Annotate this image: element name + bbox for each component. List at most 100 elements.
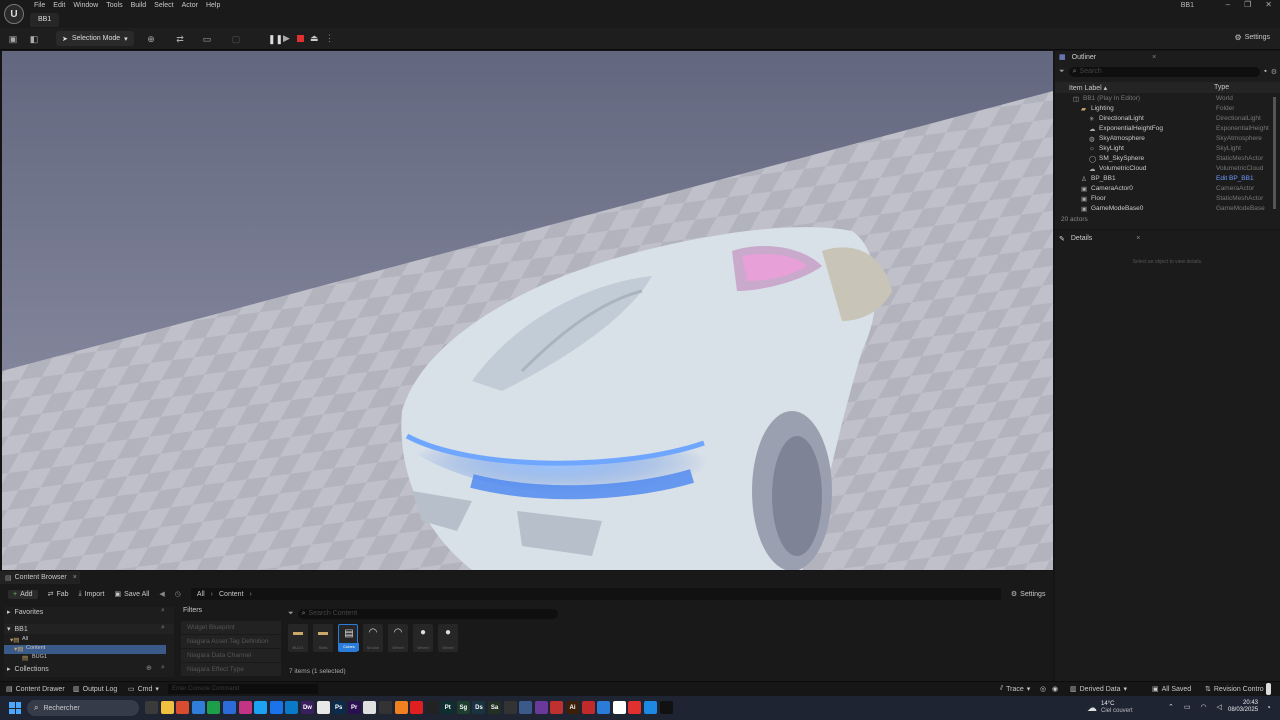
volume-icon[interactable]: ◁	[1217, 703, 1222, 711]
level-tab[interactable]: BB1	[30, 13, 60, 27]
taskbar-app-icon[interactable]	[597, 701, 611, 714]
taskbar-app-icon[interactable]	[581, 701, 595, 714]
menu-item-build[interactable]: Build	[127, 0, 151, 11]
taskbar-app-icon[interactable]	[191, 701, 205, 714]
content-browser-tab[interactable]: ▤ Content Browser ×	[0, 571, 80, 584]
outliner-row[interactable]: ▣ Floor StaticMeshActor	[1055, 195, 1273, 205]
filter-item[interactable]: Niagara Effect Type	[181, 663, 281, 676]
resize-grip[interactable]	[1266, 683, 1271, 695]
filter-icon[interactable]: ⏷	[288, 610, 294, 618]
derived-data-button[interactable]: ▥ Derived Data ▾	[1070, 685, 1127, 694]
search-icon[interactable]: ⌕	[161, 624, 165, 632]
taskbar-app-icon[interactable]: Sg	[456, 701, 470, 714]
clock[interactable]: 20:43 08/03/2025	[1228, 700, 1258, 714]
taskbar-app-icon[interactable]	[207, 701, 221, 714]
eject-icon[interactable]: ⏏	[310, 33, 319, 44]
revision-control-button[interactable]: ⇅ Revision Contro	[1205, 685, 1264, 694]
taskbar-app-icon[interactable]	[519, 701, 533, 714]
details-tab[interactable]: ✎ Details ×	[1055, 232, 1280, 245]
maximize-icon[interactable]: ❐	[1244, 0, 1251, 9]
favorites-section[interactable]: ▸ Favorites	[4, 607, 174, 617]
chevron-up-icon[interactable]: ⌃	[1168, 703, 1174, 711]
menu-item-edit[interactable]: Edit	[49, 0, 69, 11]
import-button[interactable]: ⤓ Import	[79, 590, 105, 598]
asset-search-input[interactable]: ⌕ Search Content	[297, 608, 558, 619]
filter-item[interactable]: Niagara Data Channel	[181, 649, 281, 662]
taskbar-app-icon[interactable]	[410, 701, 424, 714]
outliner-scrollbar[interactable]	[1273, 97, 1276, 209]
taskbar-app-icon[interactable]	[160, 701, 174, 714]
outliner-row[interactable]: ☁ ExponentialHeightFog ExponentialHeight	[1055, 125, 1273, 135]
pause-icon[interactable]: ❚❚	[268, 34, 283, 45]
cmd-dropdown[interactable]: ▭ Cmd ▾	[128, 685, 159, 694]
output-log-button[interactable]: ▥ Output Log	[73, 685, 117, 694]
selection-mode-dropdown[interactable]: ➤ Selection Mode ▾	[56, 31, 134, 46]
taskbar-app-icon[interactable]	[238, 701, 252, 714]
menu-item-window[interactable]: Window	[69, 0, 102, 11]
folder-asset[interactable]: ▬ BUG1	[288, 624, 308, 652]
add-collection-icon[interactable]: ⊕	[146, 664, 152, 672]
wifi-icon[interactable]: ◠	[1201, 703, 1207, 711]
search-icon[interactable]: ⌕	[161, 607, 165, 615]
project-section[interactable]: ▾ BB1	[4, 624, 174, 634]
notification-bell-icon[interactable]: ◔	[1266, 703, 1271, 712]
filter-item[interactable]: Widget Blueprint	[181, 621, 281, 634]
outliner-row[interactable]: ♙ BP_BB1 Edit BP_BB1	[1055, 175, 1273, 185]
outliner-row[interactable]: ▰ Lighting Folder	[1055, 105, 1273, 115]
outliner-row[interactable]: ▣ GameModeBase0 GameModeBase	[1055, 205, 1273, 215]
console-input[interactable]: Enter Console Command	[168, 684, 318, 694]
tree-item-content[interactable]: ▾▤ Content	[4, 645, 166, 654]
frame-skip-icon[interactable]: ▶	[283, 33, 290, 44]
cinematics-icon[interactable]: ▭	[201, 33, 213, 45]
taskbar-app-icon[interactable]: Dw	[300, 701, 314, 714]
menu-item-file[interactable]: File	[30, 0, 49, 11]
platforms-icon[interactable]: ▢	[230, 33, 242, 45]
taskbar-app-icon[interactable]: Ai	[566, 701, 580, 714]
close-icon[interactable]: ✕	[1265, 0, 1272, 9]
stop-icon[interactable]	[297, 35, 304, 42]
add-folder-icon[interactable]: ▪	[1264, 68, 1266, 75]
menu-item-tools[interactable]: Tools	[102, 0, 126, 11]
outliner-row-type[interactable]: Edit BP_BB1	[1216, 175, 1254, 182]
save-icon[interactable]: ▣	[7, 33, 19, 45]
taskbar-app-icon[interactable]	[612, 701, 626, 714]
breadcrumb-all[interactable]: All	[197, 591, 205, 598]
taskbar-app-icon[interactable]	[628, 701, 642, 714]
history-icon[interactable]: ◷	[175, 590, 181, 598]
gear-icon[interactable]: ⚙	[1271, 68, 1277, 76]
more-options-icon[interactable]: ⋮	[325, 33, 334, 44]
close-tab-icon[interactable]: ×	[1152, 54, 1156, 61]
outliner-tab[interactable]: ▦ Outliner ×	[1055, 51, 1280, 63]
breadcrumb-content[interactable]: Content	[219, 591, 244, 598]
settings-button[interactable]: ⚙ Settings	[1235, 33, 1270, 42]
taskbar-app-icon[interactable]	[269, 701, 283, 714]
taskbar-app-icon[interactable]	[363, 701, 377, 714]
taskbar-app-icon[interactable]	[145, 701, 158, 714]
content-icon[interactable]: ◧	[28, 33, 40, 45]
add-button[interactable]: + Add	[8, 589, 38, 599]
tree-item-all[interactable]: ▾▤ All	[4, 636, 174, 645]
save-all-button[interactable]: ▣ Save All	[114, 590, 149, 599]
taskbar-app-icon[interactable]: Sa	[488, 701, 502, 714]
taskbar-app-icon[interactable]: Ds	[472, 701, 486, 714]
taskbar-app-icon[interactable]	[316, 701, 330, 714]
taskbar-app-icon[interactable]	[222, 701, 236, 714]
record-icon[interactable]: ◎	[1040, 685, 1046, 693]
fab-button[interactable]: ⇄ Fab	[48, 590, 69, 599]
taskbar-app-icon[interactable]	[503, 701, 517, 714]
content-settings-button[interactable]: ⚙ Settings	[1011, 590, 1046, 599]
outliner-search-input[interactable]: ⌕ Search	[1068, 66, 1261, 77]
taskbar-app-icon[interactable]: Pt	[441, 701, 455, 714]
outliner-row[interactable]: ◯ SM_SkySphere StaticMeshActor	[1055, 155, 1273, 165]
taskbar-app-icon[interactable]	[378, 701, 392, 714]
back-icon[interactable]: ◀	[159, 590, 164, 598]
taskbar-app-icon[interactable]	[534, 701, 548, 714]
item-label-column[interactable]: Item Label ▴	[1069, 84, 1107, 92]
menu-item-actor[interactable]: Actor	[178, 0, 202, 11]
tree-item-bug1[interactable]: ▤ BUG1	[4, 654, 174, 663]
type-column[interactable]: Type	[1214, 84, 1229, 91]
taskbar-app-icon[interactable]	[425, 701, 439, 714]
windows-start-icon[interactable]	[9, 702, 21, 714]
outliner-row[interactable]: ▣ CameraActor0 CameraActor	[1055, 185, 1273, 195]
taskbar-app-icon[interactable]	[394, 701, 408, 714]
